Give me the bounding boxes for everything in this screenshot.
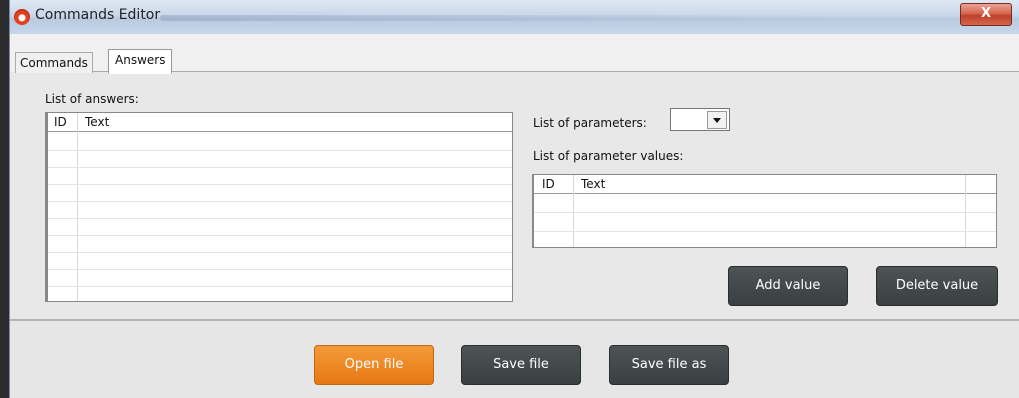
tab-commands[interactable]: Commands [15,52,93,73]
close-icon: X [980,6,992,21]
app-logo-icon [14,9,30,25]
values-col-text[interactable]: Text [581,177,605,191]
table-row[interactable] [48,184,512,185]
table-row[interactable] [48,235,512,236]
chevron-down-icon[interactable] [707,111,727,129]
answers-grid-col-divider [77,113,78,301]
table-row[interactable] [48,150,512,151]
answers-grid-header: ID Text [48,113,512,132]
save-file-as-button[interactable]: Save file as [609,345,729,385]
open-file-button[interactable]: Open file [314,345,434,385]
save-file-button[interactable]: Save file [461,345,581,385]
answers-col-id[interactable]: ID [54,115,67,129]
answers-col-text[interactable]: Text [85,115,109,129]
window-title: Commands Editor [35,7,161,23]
values-col-id[interactable]: ID [542,177,555,191]
add-value-button[interactable]: Add value [728,266,848,306]
commands-editor-window: Commands Editor X Commands Answers List … [9,0,1019,398]
parameter-values-grid-header: ID Text [534,175,996,194]
delete-value-button[interactable]: Delete value [876,266,998,306]
answers-list-label: List of answers: [45,92,139,106]
answers-grid[interactable]: ID Text [45,112,513,302]
values-grid-col-divider [573,175,574,247]
title-bar-glow [160,15,840,21]
title-bar[interactable]: Commands Editor X [10,0,1019,34]
table-row[interactable] [48,252,512,253]
table-row[interactable] [48,286,512,287]
tab-answers[interactable]: Answers [108,49,173,74]
table-row[interactable] [534,231,996,232]
parameter-values-label: List of parameter values: [533,149,684,163]
table-row[interactable] [48,167,512,168]
table-row[interactable] [48,218,512,219]
table-row[interactable] [48,201,512,202]
parameter-values-grid[interactable]: ID Text [532,174,997,248]
table-row[interactable] [48,269,512,270]
parameters-label: List of parameters: [533,116,647,130]
table-row[interactable] [534,212,996,213]
close-button[interactable]: X [960,3,1012,26]
parameters-dropdown[interactable] [670,108,730,131]
values-grid-col-divider [965,175,966,247]
